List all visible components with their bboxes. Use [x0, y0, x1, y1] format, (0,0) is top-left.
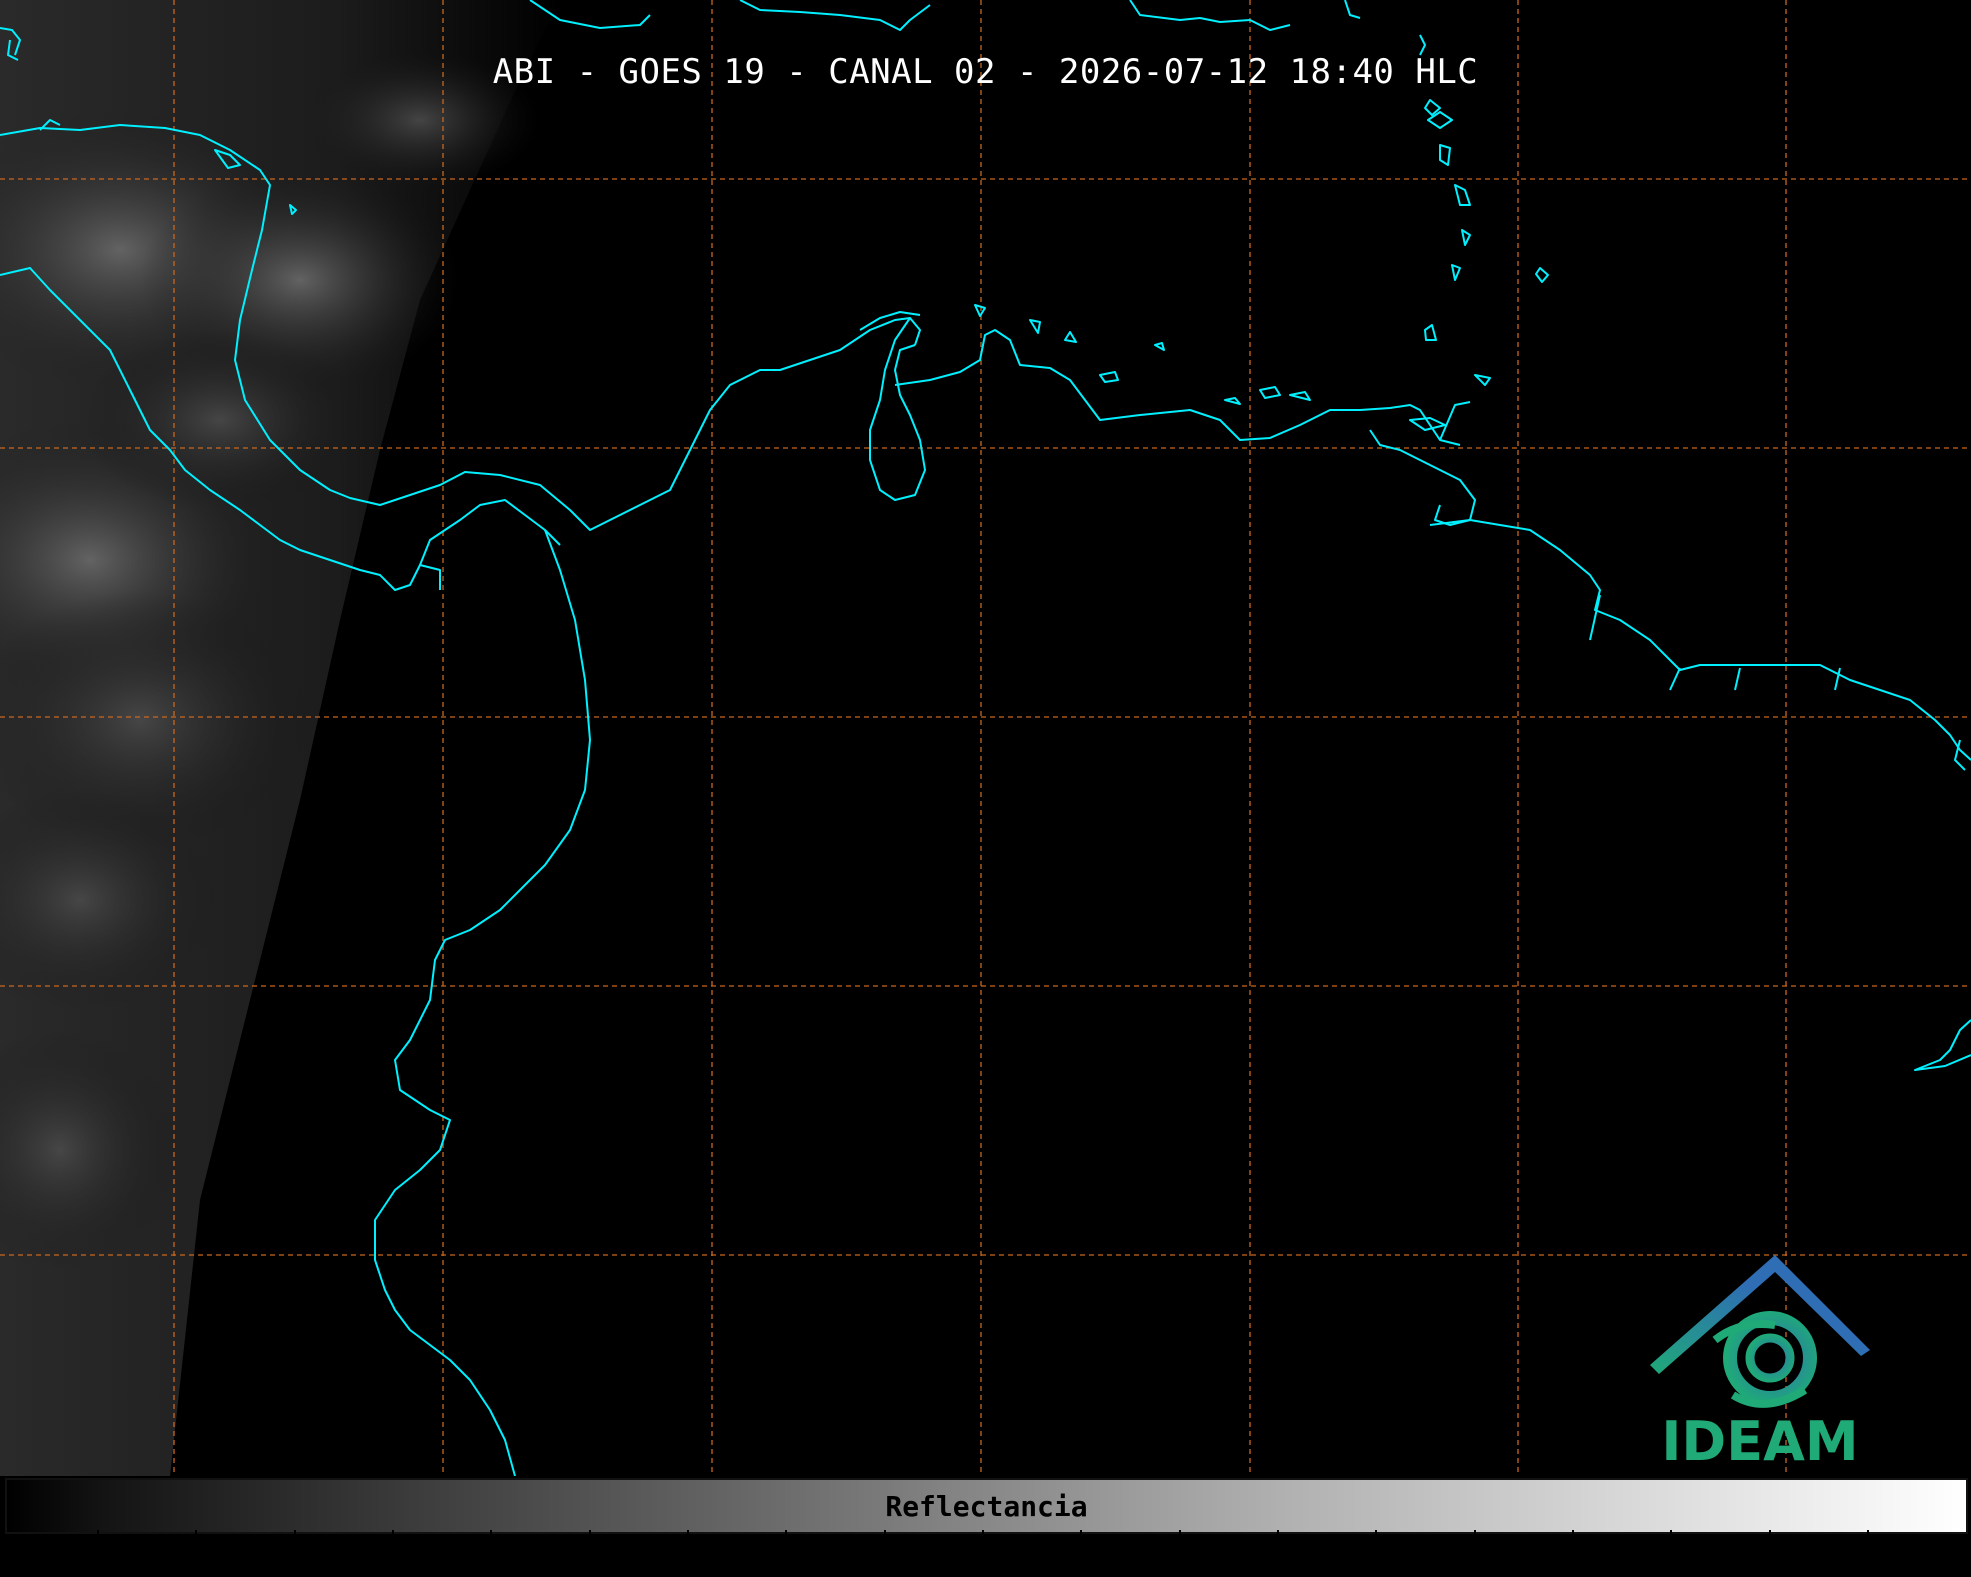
colorbar-tick-label: 0.1 — [177, 1550, 215, 1574]
colorbar-tick-label: 0.9 — [1751, 1550, 1789, 1574]
colorbar-tick-label: 0.3 — [571, 1550, 609, 1574]
colorbar-tick-label: 0.5 — [964, 1550, 1002, 1574]
image-title: ABI - GOES 19 - CANAL 02 - 2026-07-12 18… — [492, 52, 1479, 92]
logo-text: IDEAM — [1661, 1410, 1859, 1473]
colorbar-axis: 0.1 0.3 0.5 0.7 0.9 — [97, 1530, 1869, 1574]
colorbar-label: Reflectancia — [885, 1490, 1088, 1523]
colorbar-tick-label: 0.7 — [1357, 1550, 1395, 1574]
